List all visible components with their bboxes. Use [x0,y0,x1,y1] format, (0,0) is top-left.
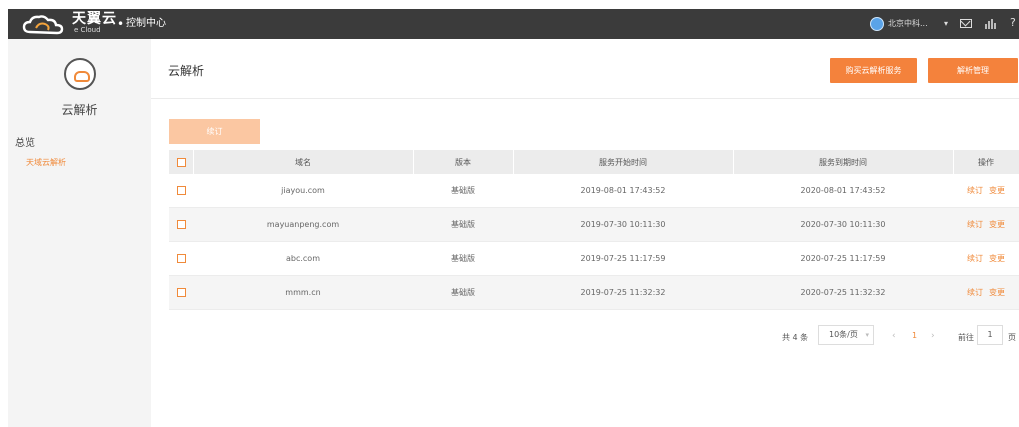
end-time-cell: 2020-07-25 11:17:59 [800,254,886,263]
help-icon[interactable]: ? [1010,17,1016,29]
row-checkbox-cell[interactable] [169,276,193,309]
renew-link[interactable]: 续订 [967,287,983,298]
mail-icon[interactable] [960,19,972,28]
header-start-time: 服务开始时间 [599,157,647,167]
header-divider [151,98,1019,99]
row-checkbox-cell[interactable] [169,174,193,207]
prev-page-button[interactable]: ‹ [892,331,896,341]
page-title: 云解析 [168,64,205,78]
table-row: mmm.cn 基础版 2019-07-25 11:32:32 2020-07-2… [169,276,1019,310]
page-suffix: 页 [1008,333,1016,342]
cloud-dns-icon [64,58,96,90]
domain-cell: jiayou.com [281,186,325,195]
console-link[interactable]: 控制中心 [126,18,166,30]
current-page[interactable]: 1 [912,331,917,340]
start-time-cell: 2019-07-25 11:17:59 [580,254,666,263]
start-time-cell: 2019-07-25 11:32:32 [580,288,666,297]
goto-page-input[interactable]: 1 [977,325,1003,345]
sidebar: 云解析 总览 天域云解析 [8,39,151,427]
page-size-value: 10条/页 [829,330,858,339]
row-checkbox[interactable] [176,288,186,297]
end-time-cell: 2020-08-01 17:43:52 [800,186,886,195]
goto-label: 前往 [958,333,974,342]
row-checkbox[interactable] [176,220,186,229]
end-time-cell: 2020-07-25 11:32:32 [800,288,886,297]
dns-management-button[interactable]: 解析管理 [928,58,1018,83]
sidebar-item-overview[interactable]: 总览 [15,134,35,149]
change-link[interactable]: 变更 [989,287,1005,298]
ops-cell: 续订 变更 [953,208,1019,241]
select-all-checkbox-cell[interactable] [169,150,193,174]
region-globe-icon[interactable] [870,17,884,31]
next-page-button[interactable]: › [931,331,935,341]
header-version: 版本 [455,157,471,167]
table-row: abc.com 基础版 2019-07-25 11:17:59 2020-07-… [169,242,1019,276]
ops-cell: 续订 变更 [953,174,1019,207]
header-ops: 操作 [978,157,994,167]
row-checkbox-cell[interactable] [169,242,193,275]
version-cell: 基础版 [451,186,475,195]
version-cell: 基础版 [451,288,475,297]
version-cell: 基础版 [451,220,475,229]
start-time-cell: 2019-08-01 17:43:52 [580,186,666,195]
renew-button[interactable]: 续订 [169,119,260,144]
renew-link[interactable]: 续订 [967,185,983,196]
chevron-down-icon: ▾ [865,331,869,339]
renew-link[interactable]: 续订 [967,253,983,264]
start-time-cell: 2019-07-30 10:11:30 [580,220,666,229]
row-checkbox-cell[interactable] [169,208,193,241]
table-row: mayuanpeng.com 基础版 2019-07-30 10:11:30 2… [169,208,1019,242]
row-checkbox[interactable] [176,254,186,263]
sidebar-item-cloud-dns[interactable]: 天域云解析 [26,157,66,168]
header-end-time: 服务到期时间 [819,157,867,167]
table-header: 域名 版本 服务开始时间 服务到期时间 操作 [169,150,1019,174]
region-selector[interactable]: 北京中科... [888,19,928,29]
header-domain: 域名 [295,157,311,167]
page-size-select[interactable]: 10条/页 ▾ [818,325,874,345]
brand-sub: e Cloud [74,26,101,34]
domain-table: 域名 版本 服务开始时间 服务到期时间 操作 jiayou.com 基础版 20… [169,150,1019,310]
change-link[interactable]: 变更 [989,219,1005,230]
change-link[interactable]: 变更 [989,185,1005,196]
top-bar: 天翼云 e Cloud • 控制中心 北京中科... ▾ ? [8,9,1019,39]
ops-cell: 续订 变更 [953,242,1019,275]
select-all-checkbox[interactable] [176,157,186,167]
domain-cell: mayuanpeng.com [266,220,340,229]
buy-dns-service-button[interactable]: 购买云解析服务 [830,58,917,83]
ops-cell: 续订 变更 [953,276,1019,309]
brand-separator: • [117,17,125,31]
domain-cell: abc.com [285,254,320,263]
brand-name: 天翼云 [72,11,117,27]
domain-cell: mmm.cn [285,288,321,297]
table-row: jiayou.com 基础版 2019-08-01 17:43:52 2020-… [169,174,1019,208]
pagination-total: 共 4 条 [782,333,809,342]
stats-icon[interactable] [984,19,996,29]
end-time-cell: 2020-07-30 10:11:30 [800,220,886,229]
chevron-down-icon[interactable]: ▾ [944,19,948,29]
change-link[interactable]: 变更 [989,253,1005,264]
row-checkbox[interactable] [176,186,186,195]
sidebar-title: 云解析 [61,103,98,117]
renew-link[interactable]: 续订 [967,219,983,230]
version-cell: 基础版 [451,254,475,263]
ecloud-logo-icon[interactable] [22,14,68,36]
